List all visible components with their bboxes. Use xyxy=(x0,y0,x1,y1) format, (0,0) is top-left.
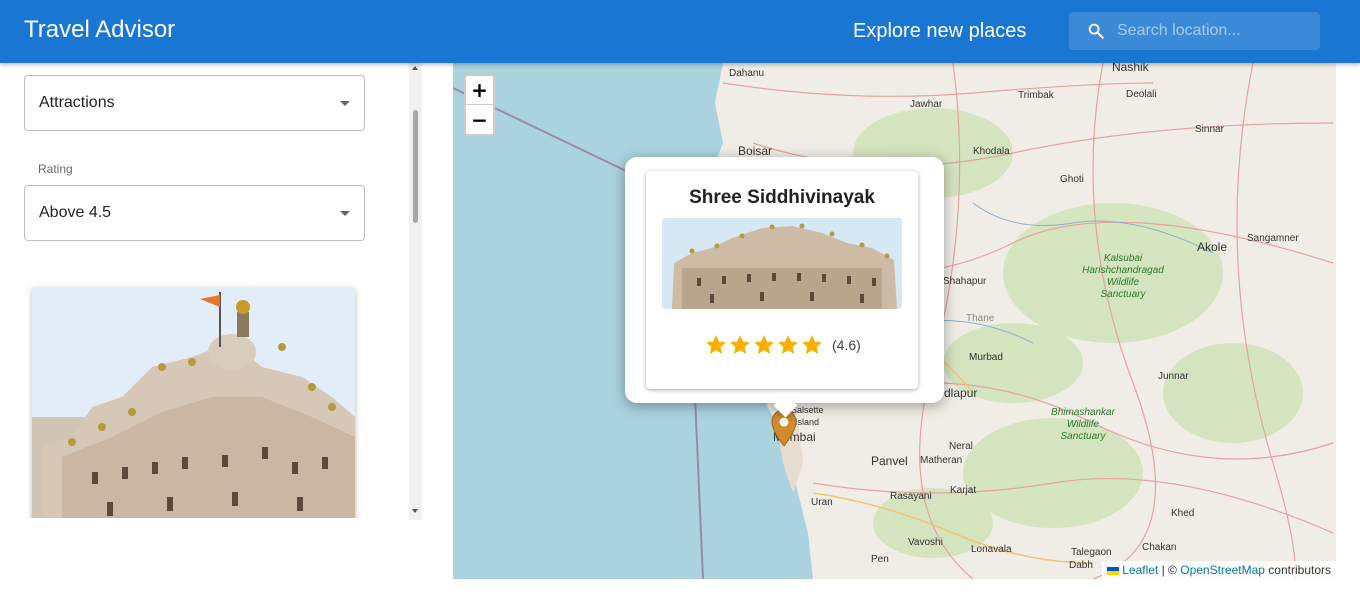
map-label: Nashik xyxy=(1112,63,1149,74)
map-label: Sanctuary xyxy=(1100,289,1146,300)
leaflet-link[interactable]: Leaflet xyxy=(1122,563,1158,577)
page-gutter xyxy=(1336,63,1360,579)
map-label: Chakan xyxy=(1142,542,1177,553)
map-label: Jawhar xyxy=(910,99,943,110)
star-icon xyxy=(802,335,822,354)
map-label: Karjat xyxy=(950,485,977,496)
scroll-down-icon[interactable] xyxy=(412,509,418,513)
explore-heading: Explore new places xyxy=(853,20,1027,42)
ukraine-flag-icon xyxy=(1107,566,1120,575)
type-select[interactable]: Attractions xyxy=(24,75,365,131)
map-label: Harishchandragad xyxy=(1082,265,1164,276)
map-label: Rasayani xyxy=(890,491,932,502)
map-label: Kalsubai xyxy=(1103,253,1143,264)
map-label: Ghoti xyxy=(1060,174,1084,185)
map-label: Bhimashankar xyxy=(1051,407,1115,418)
map-label: Talegaon xyxy=(1071,547,1112,558)
map-label: Khodala xyxy=(973,146,1010,157)
map-label: Lonavala xyxy=(971,544,1012,555)
scroll-up-icon[interactable] xyxy=(412,66,418,70)
place-popup: Shree Siddhivinayak (4.6) xyxy=(625,157,944,418)
app-bar: Travel Advisor Explore new places xyxy=(0,0,1360,63)
star-icon xyxy=(754,335,774,354)
map-label: Sangamner xyxy=(1247,233,1299,244)
sidebar-list: Attractions Rating Above 4.5 xyxy=(0,63,422,518)
map-label: Island xyxy=(795,417,820,427)
map-attribution: Leaflet | © OpenStreetMap contributors xyxy=(1102,561,1336,579)
map-label: Dahanu xyxy=(729,68,765,79)
map-label: Khed xyxy=(1171,508,1195,519)
map-label: Wildlife xyxy=(1066,419,1100,430)
place-card-image xyxy=(32,287,355,518)
zoom-out-button[interactable]: − xyxy=(466,105,493,134)
type-select-value: Attractions xyxy=(39,94,115,111)
popup-title: Shree Siddhivinayak xyxy=(689,187,875,208)
popup-image xyxy=(662,218,902,309)
map[interactable]: Dahanu Nashik Jawhar Trimbak Deolali Sin… xyxy=(453,63,1336,579)
attribution-separator: | © xyxy=(1161,563,1177,577)
map-label: Sanctuary xyxy=(1060,431,1106,442)
rating-select-value: Above 4.5 xyxy=(39,204,112,221)
attribution-contributors: contributors xyxy=(1268,563,1331,577)
star-icon xyxy=(778,335,798,354)
map-label: Matheran xyxy=(920,455,963,466)
rating-stars: (4.6) xyxy=(704,333,861,357)
map-label: Junnar xyxy=(1158,371,1189,382)
star-icon xyxy=(730,335,750,354)
map-label: Boisar xyxy=(738,144,773,158)
map-label: Neral xyxy=(949,441,973,452)
rating-value: (4.6) xyxy=(832,337,861,353)
map-label: Akole xyxy=(1197,240,1228,254)
zoom-in-button[interactable]: + xyxy=(466,76,493,105)
popup-card[interactable]: Shree Siddhivinayak (4.6) xyxy=(646,171,918,389)
app-title: Travel Advisor xyxy=(24,16,176,43)
map-label: Uran xyxy=(811,497,833,508)
search-icon xyxy=(1088,23,1104,39)
map-label: dlapur xyxy=(944,386,978,400)
map-label: Murbad xyxy=(969,352,1003,363)
place-card[interactable] xyxy=(32,287,355,518)
map-label: Wildlife xyxy=(1106,277,1140,288)
map-label: Sinnar xyxy=(1195,124,1224,135)
search-input[interactable] xyxy=(1117,12,1312,50)
rating-select[interactable]: Above 4.5 xyxy=(24,185,365,241)
star-icon xyxy=(706,335,726,354)
zoom-control: + − xyxy=(464,74,495,136)
chevron-down-icon xyxy=(340,101,350,106)
search-box[interactable] xyxy=(1069,12,1320,50)
map-label: Pen xyxy=(871,554,889,565)
map-label: Thane xyxy=(966,313,995,324)
map-label: Panvel xyxy=(871,454,908,468)
sidebar-scrollbar[interactable] xyxy=(409,63,422,520)
map-label: Deolali xyxy=(1126,89,1157,100)
osm-link[interactable]: OpenStreetMap xyxy=(1180,563,1265,577)
map-label: Trimbak xyxy=(1018,90,1054,101)
rating-label: Rating xyxy=(38,162,73,176)
chevron-down-icon xyxy=(340,211,350,216)
map-label: Shahapur xyxy=(943,276,987,287)
scroll-thumb[interactable] xyxy=(413,110,418,223)
map-label: Dabh xyxy=(1069,560,1093,571)
map-label: Vavoshi xyxy=(908,537,943,548)
